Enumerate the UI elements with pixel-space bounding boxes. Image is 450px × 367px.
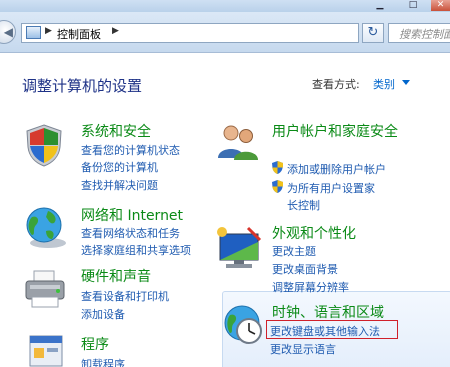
link-desktop-background[interactable]: 更改桌面背景: [272, 261, 338, 277]
category-title-appearance[interactable]: 外观和个性化: [272, 223, 356, 243]
network-globe-icon[interactable]: [22, 205, 68, 249]
link-troubleshoot[interactable]: 查找并解决问题: [81, 177, 158, 193]
annotation-highlight-box: [266, 320, 398, 339]
breadcrumb-control-panel[interactable]: 控制面板: [57, 26, 101, 42]
close-button[interactable]: ✕: [431, 0, 450, 11]
search-placeholder: 搜索控制面...: [399, 28, 450, 41]
users-icon[interactable]: [214, 122, 262, 162]
breadcrumb-chevron-icon[interactable]: ▶: [45, 26, 52, 36]
view-by-dropdown[interactable]: 类别: [373, 76, 395, 92]
control-panel-window: ▁ □ ✕ ◀ ▶ 控制面板 ▶ ↻ 搜索控制面... 调整计算机的设置 查看方…: [0, 0, 450, 367]
address-bar[interactable]: ▶ 控制面板 ▶: [21, 23, 370, 43]
control-panel-icon: [26, 26, 41, 39]
category-title-network-internet[interactable]: 网络和 Internet: [81, 205, 183, 225]
uac-shield-icon: [272, 180, 283, 193]
page-title: 调整计算机的设置: [22, 77, 143, 95]
monitor-icon[interactable]: [214, 224, 264, 270]
breadcrumb-chevron-icon[interactable]: ▶: [112, 26, 119, 36]
category-title-hardware-sound[interactable]: 硬件和声音: [81, 266, 151, 286]
navigation-bar: ◀ ▶ 控制面板 ▶ ↻ 搜索控制面...: [0, 12, 450, 53]
view-by-label: 查看方式:: [312, 78, 360, 91]
link-add-remove-users[interactable]: 添加或删除用户帐户: [287, 161, 386, 177]
link-add-device[interactable]: 添加设备: [81, 306, 125, 322]
link-change-theme[interactable]: 更改主题: [272, 243, 316, 259]
shield-icon[interactable]: [24, 123, 64, 167]
uac-shield-icon: [272, 161, 283, 174]
maximize-button[interactable]: □: [398, 0, 428, 11]
link-network-status[interactable]: 查看网络状态和任务: [81, 225, 180, 241]
link-uninstall-program[interactable]: 卸载程序: [81, 356, 125, 367]
refresh-button[interactable]: ↻: [362, 23, 384, 43]
link-change-display-language[interactable]: 更改显示语言: [270, 341, 336, 357]
back-button[interactable]: ◀: [0, 20, 16, 44]
link-parental-controls[interactable]: 为所有用户设置家长控制: [287, 180, 385, 214]
link-homegroup-sharing[interactable]: 选择家庭组和共享选项: [81, 242, 191, 258]
view-by-dropdown-arrow-icon[interactable]: [402, 80, 410, 85]
category-title-programs[interactable]: 程序: [81, 334, 109, 354]
printer-icon[interactable]: [22, 267, 68, 311]
link-view-computer-status[interactable]: 查看您的计算机状态: [81, 142, 180, 158]
link-backup-computer[interactable]: 备份您的计算机: [81, 159, 158, 175]
link-devices-printers[interactable]: 查看设备和打印机: [81, 288, 169, 304]
category-title-user-accounts[interactable]: 用户帐户和家庭安全: [272, 121, 398, 141]
category-title-clock-language-region[interactable]: 时钟、语言和区域: [272, 302, 384, 322]
minimize-button[interactable]: ▁: [365, 0, 395, 11]
category-title-system-security[interactable]: 系统和安全: [81, 121, 151, 141]
link-screen-resolution[interactable]: 调整屏幕分辨率: [272, 279, 349, 295]
clock-globe-icon[interactable]: [222, 303, 266, 347]
search-input[interactable]: 搜索控制面...: [388, 23, 450, 43]
programs-icon[interactable]: [24, 330, 68, 367]
title-bar: ▁ □ ✕: [0, 0, 450, 12]
